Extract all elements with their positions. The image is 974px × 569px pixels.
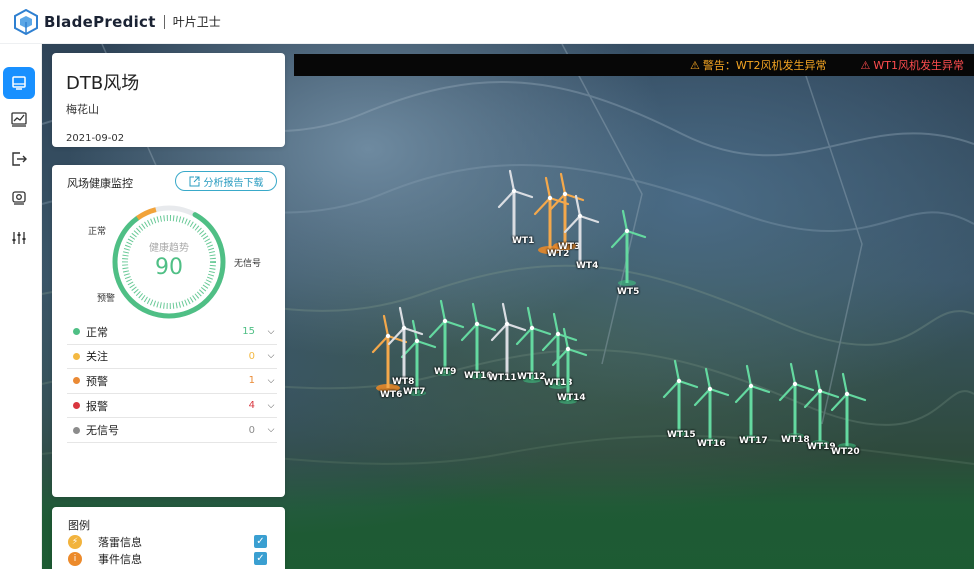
status-row-attention[interactable]: 关注 0 ⌵ — [67, 345, 277, 370]
download-report-button[interactable]: 分析报告下载 — [175, 171, 277, 191]
nav-settings-button[interactable] — [3, 222, 35, 254]
legend-checkbox-event[interactable]: ✓ — [254, 552, 267, 565]
legend-card: 图例 ⚡ 落雷信息 ✓ i 事件信息 ✓ — [52, 507, 285, 569]
gauge-label-normal: 正常 — [88, 227, 107, 237]
wind-turbine-icon — [830, 372, 867, 449]
logout-icon — [12, 152, 27, 166]
chevron-down-icon: ⌵ — [267, 351, 275, 362]
site-date: 2021-09-02 — [66, 133, 125, 144]
turbine-wt8[interactable] — [384, 306, 424, 384]
wind-turbine-icon — [693, 367, 730, 444]
chevron-down-icon: ⌵ — [267, 326, 275, 337]
download-report-label: 分析报告下载 — [203, 177, 264, 189]
health-title: 风场健康监控 — [67, 177, 133, 190]
monitor-icon — [12, 76, 26, 90]
health-monitor-card: 风场健康监控 分析报告下载 正常 无信号 预警 健康趋势 90 正常 15 ⌵ … — [52, 165, 285, 497]
nav-export-button[interactable] — [3, 143, 35, 175]
turbine-label: WT5 — [617, 287, 640, 297]
status-row-normal[interactable]: 正常 15 ⌵ — [67, 320, 277, 345]
legend-title: 图例 — [68, 519, 90, 532]
chevron-down-icon: ⌵ — [267, 400, 275, 411]
nav-dashboard-button[interactable] — [3, 67, 35, 99]
status-count: 0 — [248, 424, 255, 436]
alert-ticker: ⚠ 警告：WT2风机发生异常 ⚠ WT1风机发生异常 — [294, 54, 974, 76]
turbine-label: WT9 — [434, 367, 457, 377]
turbine-wt5[interactable] — [607, 209, 647, 287]
status-dot — [73, 426, 80, 434]
nav-trend-button[interactable] — [3, 103, 35, 135]
site-location: 梅花山 — [66, 103, 99, 116]
turbine-wt17[interactable] — [731, 364, 771, 442]
alert-text: WT1风机发生异常 — [873, 59, 964, 72]
status-dot — [73, 402, 80, 410]
nav-camera-button[interactable] — [3, 182, 35, 214]
status-count: 1 — [248, 375, 255, 387]
gauge-label-nosignal: 无信号 — [234, 259, 262, 269]
status-row-alarm[interactable]: 报警 4 ⌵ — [67, 394, 277, 419]
status-row-warning[interactable]: 预警 1 ⌵ — [67, 369, 277, 394]
chevron-down-icon: ⌵ — [267, 425, 275, 436]
status-dot — [73, 328, 80, 336]
app-header: BladePredict 叶片卫士 — [0, 0, 974, 44]
status-label: 正常 — [86, 325, 108, 339]
health-score: 90 — [155, 255, 183, 280]
status-label: 关注 — [86, 350, 108, 364]
wind-turbine-icon — [387, 306, 424, 380]
alert-item-error[interactable]: ⚠ WT1风机发生异常 — [861, 57, 964, 73]
turbine-label: WT8 — [392, 377, 415, 387]
turbine-wt16[interactable] — [690, 367, 730, 445]
export-icon — [189, 176, 199, 186]
alert-text: 警告：WT2风机发生异常 — [702, 59, 827, 72]
status-label: 无信号 — [86, 424, 119, 438]
status-count: 0 — [248, 350, 255, 362]
status-label: 报警 — [86, 399, 108, 413]
status-dot — [73, 352, 80, 360]
webcam-icon — [12, 191, 26, 205]
brand-name: BladePredict — [44, 12, 156, 31]
side-nav — [0, 44, 42, 569]
turbine-label: WT20 — [831, 447, 860, 457]
site-info-card: DTB风场 梅花山 2021-09-02 — [52, 53, 285, 147]
legend-label: 落雷信息 — [98, 535, 142, 549]
status-label: 预警 — [86, 374, 108, 388]
legend-label: 事件信息 — [98, 552, 142, 566]
status-list: 正常 15 ⌵ 关注 0 ⌵ 预警 1 ⌵ 报警 4 ⌵ 无信号 0 ⌵ — [67, 320, 277, 443]
wind-turbine-icon — [734, 364, 771, 441]
chevron-down-icon: ⌵ — [267, 375, 275, 386]
wind-turbine-icon — [610, 209, 647, 286]
warning-icon: ⚠ — [690, 58, 700, 72]
warning-icon: ⚠ — [860, 58, 871, 72]
turbine-label: WT7 — [403, 387, 426, 397]
line-chart-icon — [11, 112, 27, 127]
status-count: 15 — [242, 326, 255, 338]
gauge-center-label: 健康趋势 — [149, 243, 189, 254]
legend-checkbox-lightning[interactable]: ✓ — [254, 535, 267, 548]
status-count: 4 — [248, 400, 255, 412]
turbine-wt20[interactable] — [827, 372, 867, 450]
logo-cube-icon — [14, 8, 38, 35]
header-divider — [163, 14, 165, 29]
turbine-label: WT16 — [697, 439, 726, 449]
health-gauge: 健康趋势 90 — [110, 203, 228, 321]
site-name: DTB风场 — [66, 73, 140, 94]
turbine-label: WT14 — [557, 393, 586, 403]
status-dot — [73, 377, 80, 385]
lightning-icon: ⚡ — [68, 534, 82, 549]
legend-item-lightning[interactable]: ⚡ 落雷信息 ✓ — [68, 533, 269, 550]
status-row-nosignal[interactable]: 无信号 0 ⌵ — [67, 418, 277, 443]
turbine-label: WT17 — [739, 436, 768, 446]
turbine-label: WT4 — [576, 261, 599, 271]
legend-item-event[interactable]: i 事件信息 ✓ — [68, 550, 269, 567]
info-icon: i — [68, 551, 82, 566]
brand-subtitle: 叶片卫士 — [172, 15, 221, 29]
sliders-icon — [12, 232, 26, 244]
alert-item-warning[interactable]: ⚠ 警告：WT2风机发生异常 — [690, 57, 826, 73]
